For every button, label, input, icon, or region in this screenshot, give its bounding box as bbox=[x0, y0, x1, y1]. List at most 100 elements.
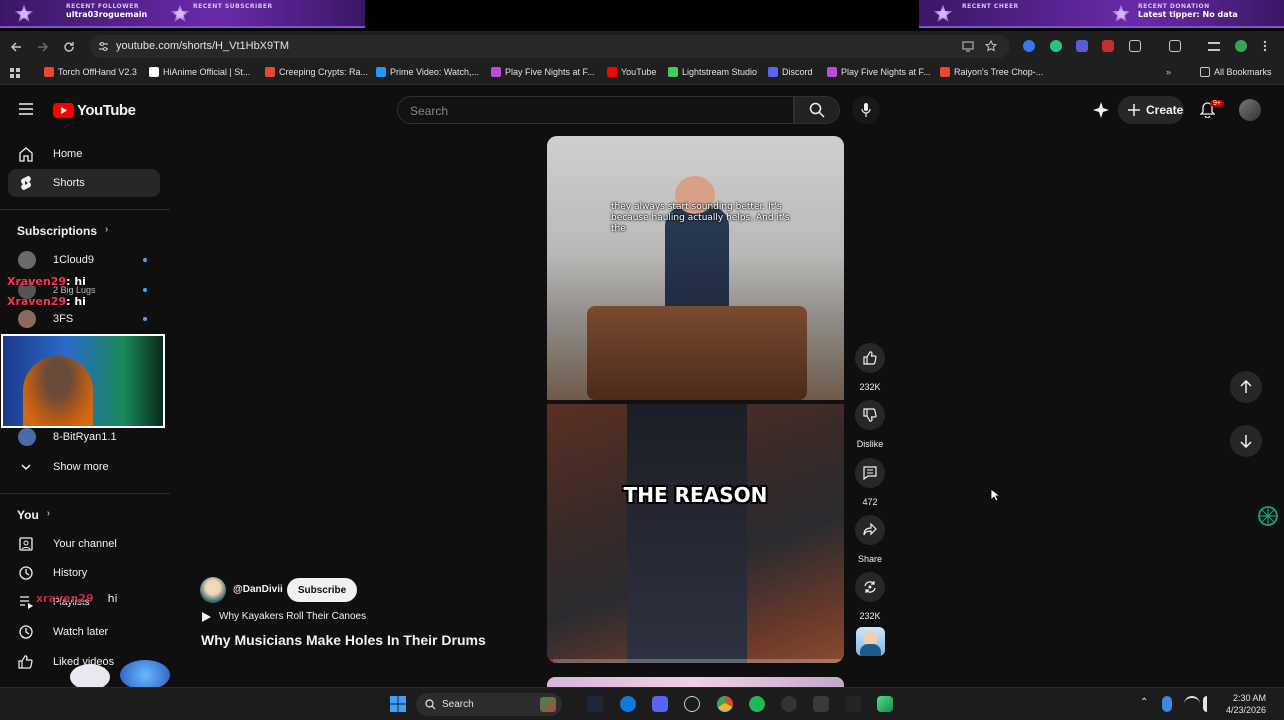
all-bookmarks-button[interactable]: All Bookmarks bbox=[1200, 67, 1272, 77]
bookmark-item[interactable]: Play Five Nights at F... bbox=[491, 67, 595, 77]
show-more-button[interactable]: Show more bbox=[8, 453, 160, 481]
channel-name[interactable]: @DanDivii bbox=[233, 584, 283, 595]
search-placeholder: Search bbox=[410, 104, 449, 118]
all-bookmarks-label: All Bookmarks bbox=[1214, 67, 1272, 77]
next-short-button[interactable] bbox=[1230, 425, 1262, 457]
bookmark-favicon-icon bbox=[940, 67, 950, 77]
channel-avatar[interactable] bbox=[200, 577, 226, 603]
taskbar-clock[interactable]: 2:30 AM 4/23/2026 bbox=[1226, 692, 1266, 716]
bookmark-favicon-icon bbox=[827, 67, 837, 77]
ai-sparkle-icon[interactable] bbox=[1093, 102, 1109, 118]
bookmark-item[interactable]: Creeping Crypts: Ra... bbox=[265, 67, 368, 77]
apps-grid-icon[interactable] bbox=[10, 68, 20, 78]
voice-search-button[interactable] bbox=[852, 96, 880, 124]
plus-icon bbox=[1128, 104, 1140, 116]
playlist-title: Why Kayakers Roll Their Canoes bbox=[219, 611, 367, 622]
logo-text: YouTube bbox=[77, 102, 136, 119]
bookmark-item[interactable]: Discord bbox=[768, 67, 813, 77]
search-input[interactable]: Search bbox=[397, 96, 794, 124]
sidebar-item-watch-later[interactable]: Watch later bbox=[8, 618, 160, 646]
install-app-icon[interactable] bbox=[962, 41, 974, 52]
bookmark-item[interactable]: Lightstream Studio bbox=[668, 67, 757, 77]
windows-start-icon[interactable] bbox=[390, 696, 406, 712]
microphone-icon[interactable] bbox=[1162, 696, 1172, 712]
sidebar-item-home[interactable]: Home bbox=[8, 140, 160, 168]
edge-icon[interactable] bbox=[620, 696, 636, 712]
bookmark-item[interactable]: YouTube bbox=[607, 67, 656, 77]
subscriptions-heading-label: Subscriptions bbox=[17, 224, 98, 238]
sidebar-item-shorts[interactable]: Shorts bbox=[8, 169, 160, 197]
bookmark-item[interactable]: Play Five Nights at F... bbox=[827, 67, 931, 77]
sidebar-item-your-channel[interactable]: Your channel bbox=[8, 530, 160, 558]
video-title[interactable]: Why Musicians Make Holes In Their Drums bbox=[201, 632, 486, 648]
previous-short-button[interactable] bbox=[1230, 371, 1262, 403]
recent-donation-value: Latest tipper: No data bbox=[1138, 10, 1238, 19]
chat-username: Xraven29 bbox=[7, 275, 67, 288]
playlist-link[interactable]: Why Kayakers Roll Their Canoes bbox=[201, 611, 366, 622]
chat-username: xraven29 bbox=[36, 592, 94, 605]
share-button[interactable]: Share bbox=[855, 515, 885, 564]
reload-button[interactable] bbox=[60, 38, 78, 56]
bookmark-item[interactable]: Prime Video: Watch,... bbox=[376, 67, 479, 77]
spotify-icon[interactable] bbox=[749, 696, 765, 712]
app-icon[interactable] bbox=[781, 696, 797, 712]
bookmark-item[interactable]: HiAnime Official | St... bbox=[149, 67, 250, 77]
profile-avatar-icon[interactable] bbox=[1235, 40, 1247, 52]
discord-icon[interactable] bbox=[652, 696, 668, 712]
taskbar-search-label: Search bbox=[442, 699, 474, 710]
app-icon[interactable] bbox=[845, 696, 861, 712]
tab-search-icon[interactable] bbox=[1169, 40, 1181, 52]
bookmark-label: Play Five Nights at F... bbox=[841, 67, 931, 77]
create-button[interactable]: Create bbox=[1118, 96, 1184, 124]
twitch-extension-icon[interactable] bbox=[1076, 40, 1088, 52]
drummer-legs bbox=[627, 404, 747, 663]
channel-avatar-thumbnail[interactable] bbox=[856, 627, 885, 656]
back-button[interactable] bbox=[7, 38, 25, 56]
wifi-icon[interactable] bbox=[1184, 696, 1200, 712]
chat-text: hi bbox=[107, 592, 118, 605]
youtube-logo[interactable]: YouTube bbox=[53, 102, 136, 119]
extensions-puzzle-icon[interactable] bbox=[1129, 40, 1141, 52]
settings-icon[interactable] bbox=[813, 696, 829, 712]
subscription-item[interactable]: 1Cloud9 bbox=[8, 246, 160, 274]
steam-icon[interactable] bbox=[587, 696, 603, 712]
extension-icon[interactable] bbox=[1050, 40, 1062, 52]
chevron-up-icon[interactable]: ⌃ bbox=[1140, 697, 1148, 708]
dislike-button[interactable]: Dislike bbox=[855, 400, 885, 449]
site-settings-icon[interactable] bbox=[98, 41, 109, 52]
remix-button[interactable]: 232K bbox=[855, 572, 885, 621]
like-button[interactable]: 232K bbox=[855, 343, 885, 392]
bookmark-item[interactable]: Torch OffHand V2.3 bbox=[44, 67, 137, 77]
channel-avatar bbox=[18, 251, 36, 269]
hamburger-menu-icon[interactable] bbox=[19, 103, 33, 115]
chatgpt-extension-icon[interactable] bbox=[1256, 504, 1280, 528]
extension-icon[interactable] bbox=[1102, 40, 1114, 52]
you-heading[interactable]: You › bbox=[17, 508, 50, 522]
video-caption-overlay: THE REASON bbox=[623, 483, 768, 507]
bookmarks-overflow-button[interactable]: » bbox=[1166, 67, 1171, 77]
forward-button[interactable] bbox=[34, 38, 52, 56]
sidebar-item-history[interactable]: History bbox=[8, 559, 160, 587]
taskbar-search[interactable]: Search bbox=[416, 693, 562, 716]
media-controls-icon[interactable] bbox=[1208, 42, 1220, 51]
app-icon[interactable] bbox=[877, 696, 893, 712]
channel-avatar bbox=[18, 428, 36, 446]
bookmark-item[interactable]: Raiyon's Tree Chop-... bbox=[940, 67, 1043, 77]
bookmark-favicon-icon bbox=[149, 67, 159, 77]
menu-kebab-icon[interactable] bbox=[1263, 40, 1267, 52]
account-avatar[interactable] bbox=[1239, 99, 1261, 121]
address-bar[interactable]: youtube.com/shorts/H_Vt1HbX9TM bbox=[90, 35, 1010, 58]
chrome-icon[interactable] bbox=[717, 696, 733, 712]
subscriptions-heading[interactable]: Subscriptions › bbox=[17, 224, 108, 238]
video-progress-bar[interactable] bbox=[547, 659, 844, 663]
short-video-player[interactable]: they always start sounding better. It's … bbox=[547, 136, 844, 663]
share-arrow-icon bbox=[863, 523, 877, 536]
subscribe-button[interactable]: Subscribe bbox=[287, 578, 357, 602]
bookmark-star-icon[interactable] bbox=[985, 40, 997, 52]
search-button[interactable] bbox=[794, 96, 840, 124]
volume-icon[interactable] bbox=[1203, 696, 1215, 712]
subscription-item[interactable]: 3FS bbox=[8, 305, 160, 333]
comments-button[interactable]: 472 bbox=[855, 458, 885, 507]
extension-icon[interactable] bbox=[1023, 40, 1035, 52]
obs-icon[interactable] bbox=[684, 696, 700, 712]
